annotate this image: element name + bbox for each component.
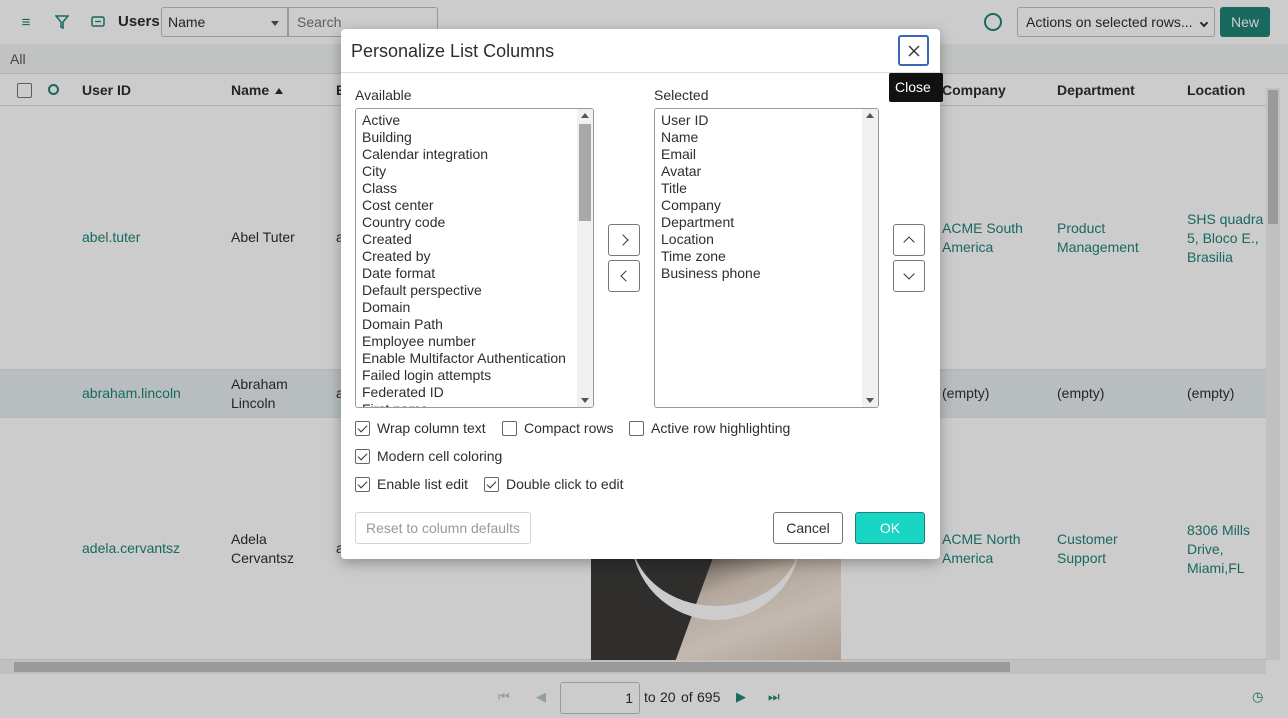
- selected-label: Selected: [654, 87, 709, 103]
- chevron-up-icon: [903, 236, 915, 248]
- list-item[interactable]: Class: [362, 180, 566, 197]
- chevron-down-icon: [903, 268, 915, 280]
- selected-columns-items: User ID Name Email Avatar Title Company Depart…: [661, 112, 761, 282]
- remove-column-button[interactable]: [608, 260, 640, 292]
- scroll-up-icon[interactable]: [866, 113, 874, 118]
- wrap-column-text-checkbox[interactable]: [355, 420, 370, 436]
- list-item[interactable]: Time zone: [661, 248, 761, 265]
- move-up-button[interactable]: [893, 224, 925, 256]
- close-button[interactable]: [898, 35, 929, 66]
- list-item[interactable]: Domain: [362, 299, 566, 316]
- list-item[interactable]: Default perspective: [362, 282, 566, 299]
- available-label: Available: [355, 87, 412, 103]
- list-item[interactable]: City: [362, 163, 566, 180]
- chevron-right-icon: [616, 234, 629, 246]
- available-list-scrollbar[interactable]: [577, 109, 593, 407]
- move-down-button[interactable]: [893, 260, 925, 292]
- list-item[interactable]: Federated ID: [362, 384, 566, 401]
- selected-columns-list[interactable]: User ID Name Email Avatar Title Company Depart…: [654, 108, 879, 408]
- list-item[interactable]: Failed login attempts: [362, 367, 566, 384]
- list-item[interactable]: Created by: [362, 248, 566, 265]
- chevron-left-icon: [619, 270, 632, 282]
- scroll-down-icon[interactable]: [866, 398, 874, 403]
- double-click-to-edit-label: Double click to edit: [506, 476, 624, 492]
- scroll-up-icon[interactable]: [581, 113, 589, 118]
- available-list-scroll-thumb[interactable]: [579, 124, 591, 221]
- dialog-header-divider: [341, 72, 940, 73]
- enable-list-edit-checkbox[interactable]: [355, 476, 370, 492]
- list-item[interactable]: Created: [362, 231, 566, 248]
- list-item[interactable]: Employee number: [362, 333, 566, 350]
- add-column-button[interactable]: [608, 224, 640, 256]
- list-item[interactable]: Active: [362, 112, 566, 129]
- list-item[interactable]: Location: [661, 231, 761, 248]
- list-item[interactable]: Name: [661, 129, 761, 146]
- personalize-list-dialog: Personalize List Columns Available Selec…: [341, 29, 940, 559]
- enable-list-edit-label: Enable list edit: [377, 476, 469, 492]
- list-item[interactable]: Building: [362, 129, 566, 146]
- list-item[interactable]: Date format: [362, 265, 566, 282]
- list-item[interactable]: Company: [661, 197, 761, 214]
- wrap-column-text-label: Wrap column text: [377, 420, 486, 436]
- selected-list-scrollbar[interactable]: [862, 109, 878, 407]
- ok-button[interactable]: OK: [855, 512, 925, 544]
- list-item[interactable]: Title: [661, 180, 761, 197]
- list-item[interactable]: Email: [661, 146, 761, 163]
- list-item[interactable]: Business phone: [661, 265, 761, 282]
- list-item[interactable]: Domain Path: [362, 316, 566, 333]
- reset-to-defaults-button[interactable]: Reset to column defaults: [355, 512, 531, 544]
- modern-cell-coloring-option[interactable]: Modern cell coloring: [355, 448, 502, 464]
- compact-rows-option[interactable]: Compact rows: [502, 420, 613, 436]
- double-click-to-edit-checkbox[interactable]: [484, 476, 499, 492]
- list-item[interactable]: Avatar: [661, 163, 761, 180]
- available-columns-items: Active Building Calendar integration City Cl…: [362, 112, 566, 407]
- scroll-down-icon[interactable]: [581, 398, 589, 403]
- modern-cell-coloring-checkbox[interactable]: [355, 448, 370, 464]
- list-item[interactable]: Enable Multifactor Authentication: [362, 350, 566, 367]
- available-columns-list[interactable]: Active Building Calendar integration City Cl…: [355, 108, 594, 408]
- list-item[interactable]: First name: [362, 401, 566, 407]
- close-tooltip: Close: [889, 73, 943, 102]
- list-item[interactable]: Department: [661, 214, 761, 231]
- list-item[interactable]: Country code: [362, 214, 566, 231]
- enable-list-edit-option[interactable]: Enable list edit: [355, 476, 468, 492]
- cancel-button[interactable]: Cancel: [773, 512, 843, 544]
- compact-rows-checkbox[interactable]: [502, 420, 517, 436]
- active-row-highlighting-option[interactable]: Active row highlighting: [629, 420, 790, 436]
- dialog-title: Personalize List Columns: [351, 41, 555, 61]
- list-item[interactable]: User ID: [661, 112, 761, 129]
- double-click-to-edit-option[interactable]: Double click to edit: [484, 476, 624, 492]
- active-row-highlighting-label: Active row highlighting: [651, 420, 791, 436]
- list-item[interactable]: Calendar integration: [362, 146, 566, 163]
- wrap-column-text-option[interactable]: Wrap column text: [355, 420, 486, 436]
- list-item[interactable]: Cost center: [362, 197, 566, 214]
- compact-rows-label: Compact rows: [524, 420, 614, 436]
- modern-cell-coloring-label: Modern cell coloring: [377, 448, 503, 464]
- close-icon: [908, 45, 919, 56]
- active-row-highlighting-checkbox[interactable]: [629, 420, 644, 436]
